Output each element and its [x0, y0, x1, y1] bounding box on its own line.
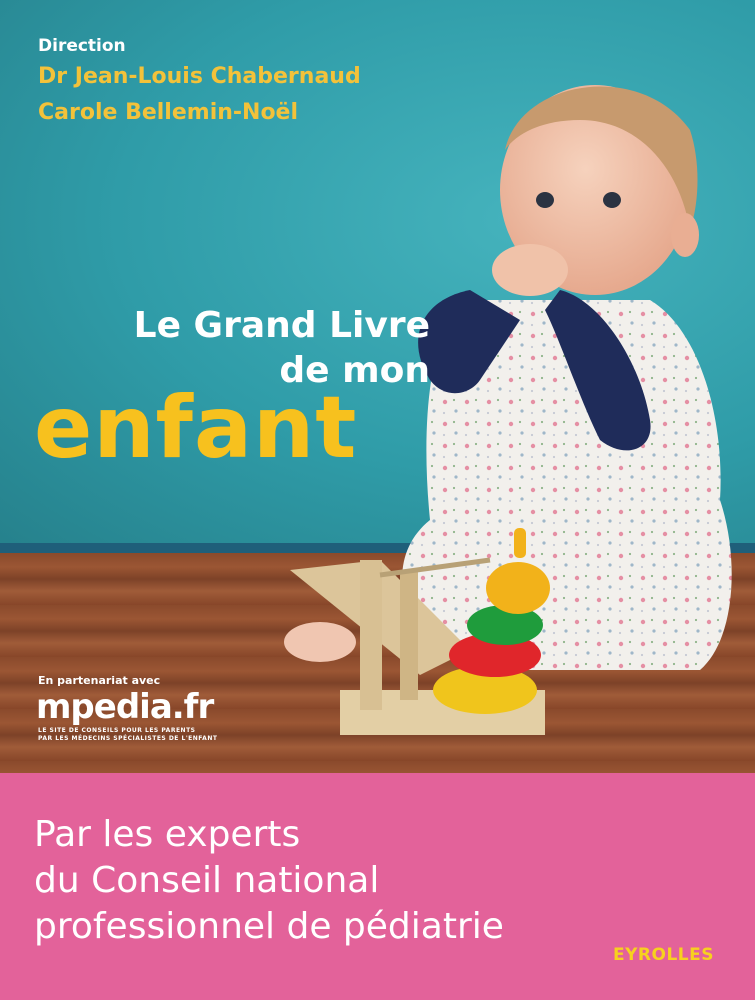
- author-name: Dr Jean-Louis Chabernaud: [38, 64, 361, 89]
- mpedia-logo-tagline: LE SITE DE CONSEILS POUR LES PARENTS: [38, 727, 196, 734]
- baby-foot: [284, 622, 356, 662]
- partner-lead-text: En partenariat avec: [38, 674, 161, 687]
- publisher-logo: EYROLLES: [613, 945, 714, 965]
- toy-ring-orange: [486, 562, 550, 614]
- mpedia-logo: mpedia.fr LE SITE DE CONSEILS POUR LES P…: [36, 687, 226, 747]
- book-cover: Direction Dr Jean-Louis Chabernaud Carol…: [0, 0, 755, 1000]
- subtitle-line: du Conseil national: [34, 860, 380, 901]
- baby-hands: [492, 244, 568, 296]
- subtitle-line: Par les experts: [34, 814, 301, 855]
- credit-heading: Direction: [38, 36, 126, 56]
- subtitle-line: professionnel de pédiatrie: [34, 906, 504, 947]
- author-name: Carole Bellemin-Noël: [38, 100, 299, 125]
- mpedia-logo-wordmark: mpedia.fr: [36, 687, 214, 727]
- book-title-line: Le Grand Livre: [133, 305, 430, 346]
- book-title-main-word: enfant: [34, 378, 358, 478]
- mpedia-logo-tagline: PAR LES MÉDECINS SPÉCIALISTES DE L'ENFAN…: [38, 735, 218, 742]
